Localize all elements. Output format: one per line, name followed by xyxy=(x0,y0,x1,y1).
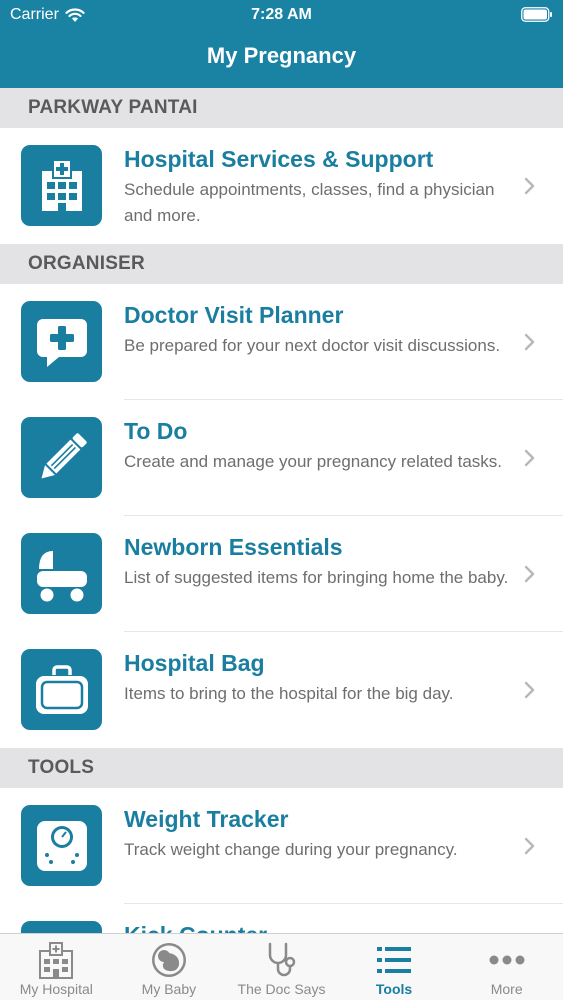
battery-icon xyxy=(521,7,552,22)
footprint-icon xyxy=(21,921,102,933)
chevron-right-icon xyxy=(524,681,535,699)
stethoscope-tab-icon xyxy=(259,940,303,980)
row-title: Kick Counter xyxy=(124,920,513,933)
tab-label: My Hospital xyxy=(19,981,93,997)
status-time: 7:28 AM xyxy=(251,6,312,23)
row-title: Hospital Bag xyxy=(124,650,265,676)
page-title: My Pregnancy xyxy=(206,43,357,68)
tab-my-baby[interactable]: My Baby xyxy=(113,934,226,1000)
tab-the-doc-says[interactable]: The Doc Says xyxy=(225,934,338,1000)
tab-label: More xyxy=(490,981,523,997)
row-title: Newborn Essentials xyxy=(124,534,343,560)
section-header-tools: TOOLS xyxy=(0,748,563,788)
row-title: Doctor Visit Planner xyxy=(124,302,344,328)
row-subtitle: Create and manage your pregnancy related… xyxy=(124,452,503,471)
app-header: Carrier 7:28 AM My Pregnancy xyxy=(0,0,563,88)
chevron-right-icon xyxy=(524,837,535,855)
row-title: To Do xyxy=(124,418,188,444)
hospital-icon xyxy=(21,145,102,226)
status-bar: Carrier 7:28 AM xyxy=(0,0,563,30)
row-title: Hospital Services & Support xyxy=(124,146,434,172)
row-subtitle: Items to bring to the hospital for the b… xyxy=(124,684,454,703)
row-to-do[interactable]: To Do Create and manage your pregnancy r… xyxy=(0,400,563,516)
row-kick-counter[interactable]: Kick Counter xyxy=(0,904,563,933)
row-title: Weight Tracker xyxy=(124,806,289,832)
row-subtitle: Schedule appointments, classes, find a p… xyxy=(124,180,495,225)
scale-icon xyxy=(21,805,102,886)
row-subtitle: Track weight change during your pregnanc… xyxy=(124,840,458,859)
bag-icon xyxy=(21,649,102,730)
row-subtitle: List of suggested items for bringing hom… xyxy=(124,568,509,587)
tab-label: The Doc Says xyxy=(237,981,326,997)
tab-tools[interactable]: Tools xyxy=(338,934,451,1000)
row-hospital-bag[interactable]: Hospital Bag Items to bring to the hospi… xyxy=(0,632,563,748)
row-hospital-services[interactable]: Hospital Services & Support Schedule app… xyxy=(0,128,563,244)
hospital-tab-icon xyxy=(34,940,78,980)
row-doctor-visit-planner[interactable]: Doctor Visit Planner Be prepared for you… xyxy=(0,284,563,400)
tab-label: My Baby xyxy=(141,981,197,997)
tab-more[interactable]: More xyxy=(450,934,563,1000)
app-screen: Carrier 7:28 AM My Pregnancy PARKWAY PAN… xyxy=(0,0,563,1000)
tab-label: Tools xyxy=(375,981,413,997)
more-tab-icon xyxy=(485,940,529,980)
chevron-right-icon xyxy=(524,449,535,467)
menu-list[interactable]: PARKWAY PANTAI Hospital Services & Suppo… xyxy=(0,88,563,933)
chevron-right-icon xyxy=(524,177,535,195)
row-subtitle: Be prepared for your next doctor visit d… xyxy=(124,336,501,355)
stroller-icon xyxy=(21,533,102,614)
chevron-right-icon xyxy=(524,565,535,583)
baby-tab-icon xyxy=(147,940,191,980)
section-header-organiser: ORGANISER xyxy=(0,244,563,284)
section-header-parkway-pantai: PARKWAY PANTAI xyxy=(0,88,563,128)
list-tab-icon xyxy=(372,940,416,980)
tab-my-hospital[interactable]: My Hospital xyxy=(0,934,113,1000)
row-newborn-essentials[interactable]: Newborn Essentials List of suggested ite… xyxy=(0,516,563,632)
chat-plus-icon xyxy=(21,301,102,382)
chevron-right-icon xyxy=(524,333,535,351)
tab-bar: My Hospital My Baby The Doc Says Tools M… xyxy=(0,933,563,1000)
pencil-icon xyxy=(21,417,102,498)
row-weight-tracker[interactable]: Weight Tracker Track weight change durin… xyxy=(0,788,563,904)
